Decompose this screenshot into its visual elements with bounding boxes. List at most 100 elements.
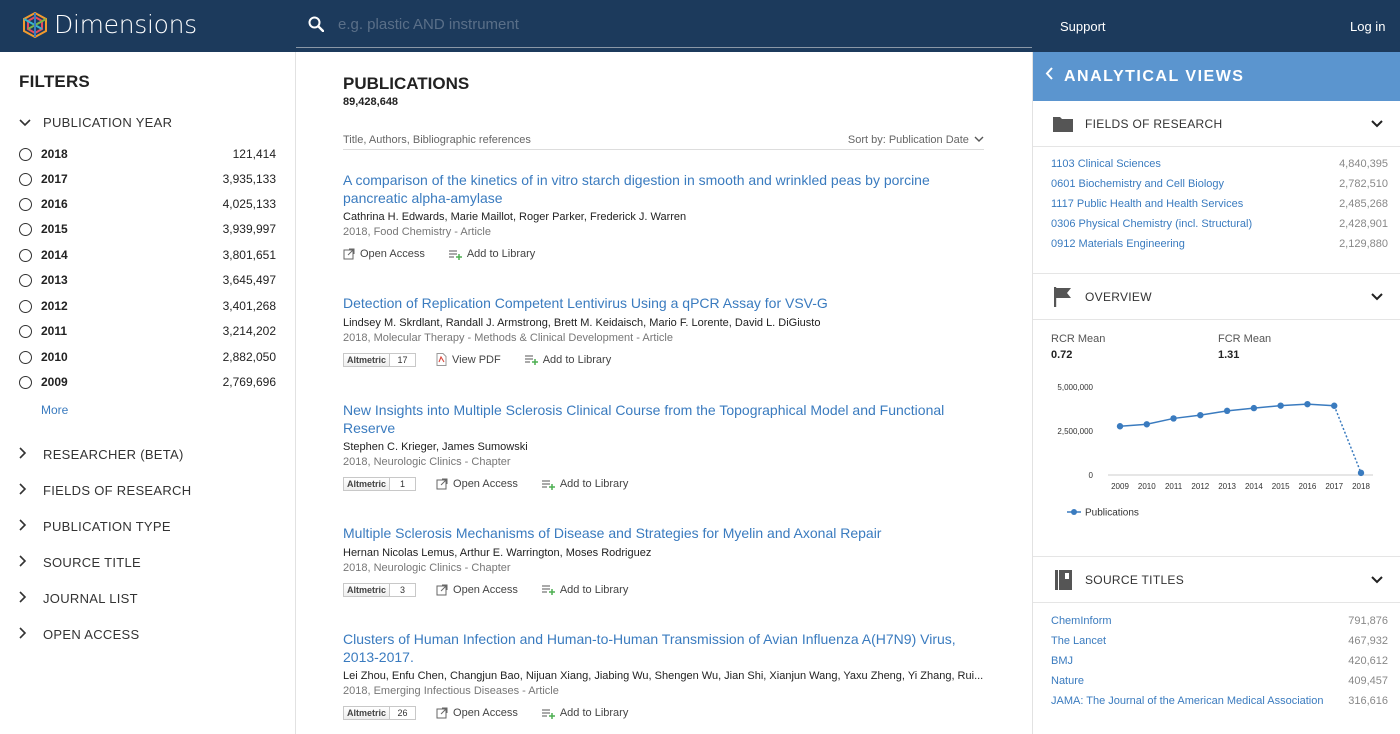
sort-dropdown[interactable]: Sort by: Publication Date — [848, 134, 984, 146]
result-title-link[interactable]: New Insights into Multiple Sclerosis Cli… — [343, 402, 984, 437]
radio-button[interactable] — [19, 248, 32, 262]
source-name: BMJ — [1051, 655, 1073, 667]
search-bar — [296, 0, 1032, 48]
fcr-metric: FCR Mean 1.31 — [1218, 333, 1271, 361]
facet-researcher[interactable]: RESEARCHER (BETA) — [19, 447, 184, 462]
source-row[interactable]: BMJ 420,612 — [1051, 655, 1388, 673]
search-input[interactable] — [338, 10, 998, 38]
rcr-metric: RCR Mean 0.72 — [1051, 333, 1105, 361]
radio-button[interactable] — [19, 147, 32, 161]
section-source-titles[interactable]: SOURCE TITLES — [1033, 557, 1400, 603]
altmetric-badge[interactable]: Altmetric 26 — [343, 706, 417, 720]
view-pdf-button[interactable]: View PDF — [436, 353, 501, 366]
radio-button[interactable] — [19, 273, 32, 287]
chevron-down-icon — [1371, 288, 1383, 306]
altmetric-score: 3 — [390, 582, 417, 597]
source-count: 409,457 — [1348, 675, 1388, 687]
year-filter-row[interactable]: 2017 3,935,133 — [19, 170, 276, 188]
year-count: 2,882,050 — [222, 350, 276, 364]
result-meta: 2018, Molecular Therapy - Methods & Clin… — [343, 331, 673, 344]
action-label: View PDF — [452, 353, 501, 366]
field-row[interactable]: 0306 Physical Chemistry (incl. Structura… — [1051, 218, 1388, 236]
facet-publication-type[interactable]: PUBLICATION TYPE — [19, 519, 171, 534]
radio-button[interactable] — [19, 172, 32, 186]
support-link[interactable]: Support — [1060, 19, 1106, 34]
facet-publication-year[interactable]: PUBLICATION YEAR — [19, 115, 172, 130]
section-overview[interactable]: OVERVIEW — [1033, 274, 1400, 320]
add-to-library-button[interactable]: Add to Library — [448, 248, 536, 260]
series-line — [1119, 403, 1335, 428]
source-count: 791,876 — [1348, 615, 1388, 627]
open-access-button[interactable]: Open Access — [436, 478, 518, 490]
radio-button[interactable] — [19, 299, 32, 313]
open-access-button[interactable]: Open Access — [436, 707, 518, 719]
dimensions-logo[interactable]: Dimensions — [22, 10, 197, 39]
result-title-link[interactable]: Clusters of Human Infection and Human-to… — [343, 631, 984, 666]
year-filter-row[interactable]: 2015 3,939,997 — [19, 220, 276, 238]
legend-label: Publications — [1085, 508, 1139, 519]
field-row[interactable]: 1103 Clinical Sciences 4,840,395 — [1051, 158, 1388, 176]
open-access-button[interactable]: Open Access — [436, 584, 518, 596]
facet-label: SOURCE TITLE — [43, 555, 141, 570]
facet-source-title[interactable]: SOURCE TITLE — [19, 555, 141, 570]
result-actions: Altmetric 3 Open Access Add to Library — [343, 582, 984, 598]
metric-label: RCR Mean — [1051, 333, 1106, 345]
field-row[interactable]: 0601 Biochemistry and Cell Biology 2,782,… — [1051, 178, 1388, 196]
section-fields-of-research[interactable]: FIELDS OF RESEARCH — [1033, 101, 1400, 147]
result-title-link[interactable]: Detection of Replication Competent Lenti… — [343, 295, 984, 313]
search-scope-selector[interactable]: Title, Authors, Bibliographic references — [343, 134, 531, 146]
year-filter-row[interactable]: 2009 2,769,696 — [19, 373, 276, 391]
more-years-link[interactable]: More — [41, 403, 68, 417]
source-row[interactable]: The Lancet 467,932 — [1051, 635, 1388, 653]
login-link[interactable]: Log in — [1350, 19, 1385, 34]
facet-open-access[interactable]: OPEN ACCESS — [19, 627, 140, 642]
result-meta: 2018, Neurologic Clinics - Chapter — [343, 456, 511, 468]
altmetric-badge[interactable]: Altmetric 1 — [343, 477, 417, 491]
add-to-list-icon — [524, 355, 538, 365]
source-row[interactable]: ChemInform 791,876 — [1051, 615, 1388, 633]
source-count: 420,612 — [1348, 655, 1388, 667]
year-filter-row[interactable]: 2016 4,025,133 — [19, 195, 276, 213]
open-access-button[interactable]: Open Access — [343, 248, 425, 260]
radio-button[interactable] — [19, 222, 32, 236]
data-point — [1250, 404, 1258, 412]
legend-marker — [1071, 509, 1077, 515]
year-filter-row[interactable]: 2013 3,645,497 — [19, 271, 276, 289]
result-authors: Lindsey M. Skrdlant, Randall J. Armstron… — [343, 316, 821, 329]
radio-button[interactable] — [19, 350, 32, 364]
add-to-library-button[interactable]: Add to Library — [524, 354, 611, 366]
add-to-library-button[interactable]: Add to Library — [541, 584, 628, 596]
year-filter-row[interactable]: 2018 121,414 — [19, 145, 276, 163]
chevron-left-icon[interactable] — [1045, 67, 1053, 85]
result-title-link[interactable]: A comparison of the kinetics of in vitro… — [343, 172, 984, 207]
year-filter-row[interactable]: 2014 3,801,651 — [19, 246, 276, 264]
source-row[interactable]: JAMA: The Journal of the American Medica… — [1051, 695, 1388, 713]
result-authors: Cathrina H. Edwards, Marie Maillot, Roge… — [343, 211, 687, 223]
result-count: 89,428,648 — [343, 96, 399, 108]
year-filter-row[interactable]: 2011 3,214,202 — [19, 322, 276, 340]
altmetric-badge[interactable]: Altmetric 3 — [343, 582, 417, 597]
add-to-library-button[interactable]: Add to Library — [541, 478, 628, 490]
action-label: Add to Library — [466, 248, 536, 260]
data-point — [1116, 423, 1124, 430]
facet-fields-of-research[interactable]: FIELDS OF RESEARCH — [19, 483, 191, 498]
radio-button[interactable] — [19, 375, 32, 389]
year-filter-row[interactable]: 2010 2,882,050 — [19, 348, 276, 366]
analytical-views-header[interactable]: ANALYTICAL VIEWS — [1033, 52, 1400, 101]
year-filter-row[interactable]: 2012 3,401,268 — [19, 297, 276, 315]
radio-button[interactable] — [19, 197, 32, 211]
radio-button[interactable] — [19, 324, 32, 338]
x-tick-label: 2010 — [1138, 482, 1156, 491]
data-point — [1277, 402, 1284, 409]
add-to-library-button[interactable]: Add to Library — [541, 707, 628, 719]
folder-icon — [1052, 116, 1074, 132]
field-row[interactable]: 1117 Public Health and Health Services 2,… — [1051, 198, 1388, 216]
search-icon[interactable] — [308, 16, 324, 32]
year-label: 2012 — [41, 299, 68, 313]
field-row[interactable]: 0912 Materials Engineering 2,129,880 — [1051, 238, 1388, 256]
source-row[interactable]: Nature 409,457 — [1051, 675, 1388, 693]
add-to-list-icon — [541, 709, 555, 719]
result-title-link[interactable]: Multiple Sclerosis Mechanisms of Disease… — [343, 525, 984, 543]
altmetric-badge[interactable]: Altmetric 17 — [343, 352, 417, 367]
facet-journal-list[interactable]: JOURNAL LIST — [19, 591, 138, 606]
